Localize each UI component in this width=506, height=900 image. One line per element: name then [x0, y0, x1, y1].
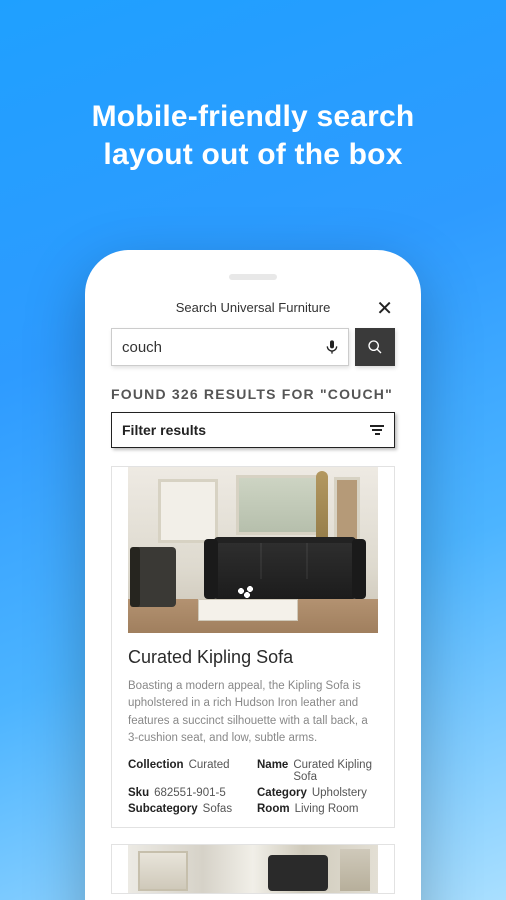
promo-headline: Mobile-friendly search layout out of the… — [0, 0, 506, 175]
meta-value: Upholstery — [312, 787, 367, 799]
meta-key: Subcategory — [128, 803, 198, 815]
meta-key: Name — [257, 759, 288, 783]
filter-label: Filter results — [122, 422, 206, 438]
meta-key: Sku — [128, 787, 149, 799]
search-button[interactable] — [355, 328, 395, 366]
results-header: FOUND 326 RESULTS FOR "COUCH" — [111, 386, 395, 402]
phone-frame: Search Universal Furniture ✕ — [85, 250, 421, 900]
meta-key: Collection — [128, 759, 184, 783]
meta-key: Category — [257, 787, 307, 799]
product-image — [128, 467, 378, 633]
product-title: Curated Kipling Sofa — [128, 647, 378, 668]
top-bar: Search Universal Furniture ✕ — [99, 292, 407, 322]
promo-background: Mobile-friendly search layout out of the… — [0, 0, 506, 900]
meta-value: Sofas — [203, 803, 232, 815]
headline-line-1: Mobile-friendly search — [0, 98, 506, 136]
meta-key: Room — [257, 803, 290, 815]
search-icon — [367, 339, 383, 355]
meta-value: Curated — [189, 759, 230, 783]
search-row — [111, 328, 395, 366]
filter-icon — [370, 425, 384, 435]
close-icon[interactable]: ✕ — [376, 296, 393, 321]
product-description: Boasting a modern appeal, the Kipling So… — [128, 678, 378, 747]
card-body: Curated Kipling Sofa Boasting a modern a… — [112, 633, 394, 819]
result-card[interactable] — [111, 844, 395, 894]
filter-results-button[interactable]: Filter results — [111, 412, 395, 448]
app-screen: Search Universal Furniture ✕ — [99, 292, 407, 900]
phone-inner: Search Universal Furniture ✕ — [99, 264, 407, 900]
product-image — [128, 845, 378, 894]
meta-value: Living Room — [295, 803, 359, 815]
microphone-icon[interactable] — [324, 338, 340, 356]
headline-line-2: layout out of the box — [0, 136, 506, 174]
product-meta: CollectionCurated NameCurated Kipling So… — [128, 759, 378, 815]
result-card[interactable]: Curated Kipling Sofa Boasting a modern a… — [111, 466, 395, 828]
search-input[interactable] — [122, 339, 324, 356]
meta-value: Curated Kipling Sofa — [293, 759, 378, 783]
phone-speaker — [229, 274, 277, 280]
meta-value: 682551-901-5 — [154, 787, 226, 799]
page-title: Search Universal Furniture — [176, 300, 331, 315]
search-box[interactable] — [111, 328, 349, 366]
